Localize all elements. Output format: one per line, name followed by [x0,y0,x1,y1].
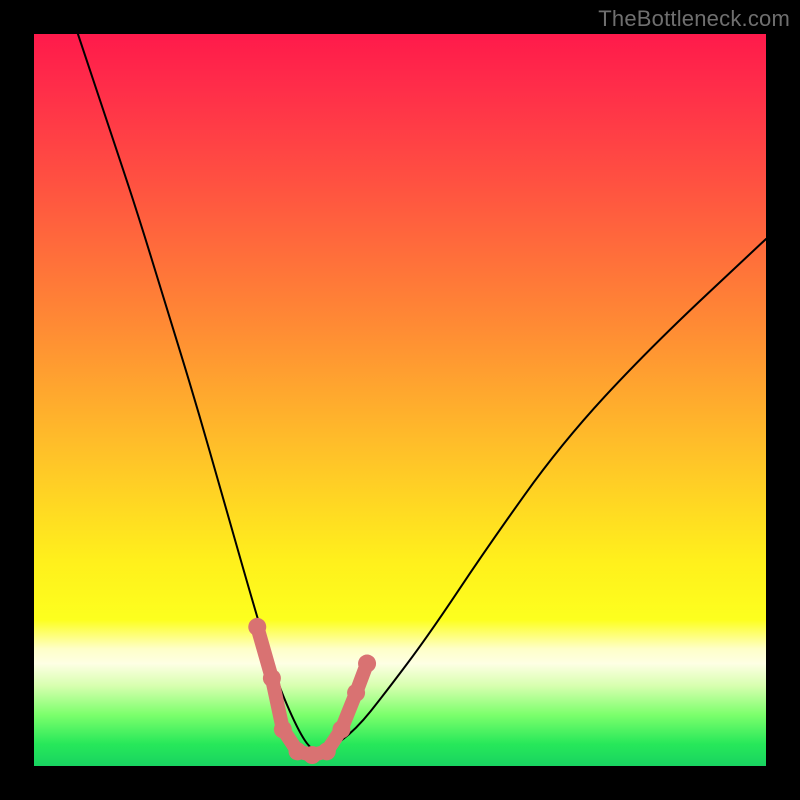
marker-dot [358,655,376,673]
marker-dot [347,684,365,702]
watermark-text: TheBottleneck.com [598,6,790,32]
marker-group [248,618,376,764]
marker-dot [248,618,266,636]
marker-dot [263,669,281,687]
curve-layer [34,34,766,766]
marker-dot [332,720,350,738]
plot-area [34,34,766,766]
bottleneck-curve [78,34,766,751]
marker-dot [274,720,292,738]
marker-dot [318,742,336,760]
chart-frame: TheBottleneck.com [0,0,800,800]
